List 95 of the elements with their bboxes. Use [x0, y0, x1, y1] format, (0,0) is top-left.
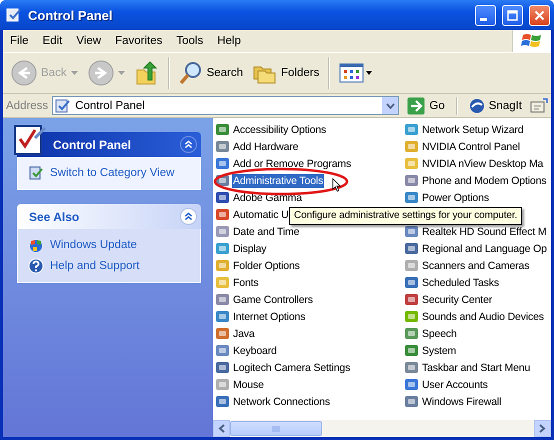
menu-item[interactable]: View — [69, 35, 108, 47]
task-link[interactable]: Windows Update — [50, 239, 137, 251]
switch-view-icon — [28, 165, 44, 181]
applet-item[interactable]: Game Controllers — [232, 292, 314, 306]
scroll-right-button[interactable] — [534, 420, 551, 437]
applet-item[interactable]: Date and Time — [232, 224, 300, 238]
mouse-cursor-icon — [332, 178, 341, 192]
applet-item[interactable]: Network Connections — [232, 394, 331, 408]
control-panel-icon — [6, 7, 22, 23]
applet-item[interactable]: NVIDIA nView Desktop Ma — [421, 156, 544, 170]
search-button[interactable]: Search — [174, 59, 248, 87]
applet-item[interactable]: Sounds and Audio Devices — [421, 310, 545, 324]
applet-item[interactable]: Administrative Tools — [232, 174, 324, 188]
dropdown-button[interactable] — [382, 97, 398, 114]
applet-item[interactable]: Network Setup Wizard — [421, 122, 524, 136]
minimize-icon — [480, 18, 487, 20]
menu-item[interactable]: Edit — [36, 35, 70, 47]
applet-item[interactable]: Phone and Modem Options — [421, 174, 548, 188]
applet-icon — [404, 172, 420, 188]
applet-item[interactable]: System — [421, 344, 458, 358]
address-label: Address — [6, 100, 48, 112]
applet-item[interactable]: Scheduled Tasks — [421, 276, 500, 290]
menu-item[interactable]: Favorites — [108, 35, 170, 47]
applet-icon — [404, 376, 420, 392]
applet-item[interactable]: Add or Remove Programs — [232, 156, 352, 170]
capture-icon[interactable] — [530, 98, 548, 114]
folder-up-icon — [134, 60, 159, 86]
collapse-button[interactable] — [180, 208, 197, 225]
caret-icon — [70, 70, 78, 76]
applet-item[interactable]: Scanners and Cameras — [421, 258, 530, 272]
help-icon — [28, 258, 44, 274]
applet-item[interactable]: Power Options — [421, 190, 490, 204]
applet-icon — [404, 394, 420, 410]
applet-item[interactable]: Windows Firewall — [421, 394, 502, 408]
applet-item[interactable]: Realtek HD Sound Effect M — [421, 224, 548, 238]
snagit-button[interactable]: SnagIt — [464, 98, 526, 114]
applet-item[interactable]: Folder Options — [232, 258, 301, 272]
task-panel-title: Control Panel — [53, 138, 132, 152]
maximize-button[interactable] — [502, 4, 523, 26]
close-button[interactable] — [529, 4, 550, 26]
address-field[interactable]: Control Panel — [52, 96, 400, 115]
applet-item[interactable]: Automatic U — [232, 208, 290, 222]
swirl-logo-icon — [468, 98, 485, 114]
applet-icon — [404, 274, 420, 290]
checklist-icon — [13, 124, 47, 156]
applet-icon — [404, 190, 420, 206]
applet-icon — [404, 360, 420, 376]
minimize-button[interactable] — [475, 4, 496, 26]
applet-icon — [404, 326, 420, 342]
applet-item[interactable]: Security Center — [421, 292, 494, 306]
applet-item[interactable]: Speech — [421, 326, 458, 340]
applet-icon — [404, 240, 420, 256]
menu-item[interactable]: Tools — [169, 35, 210, 47]
menu-item[interactable]: File — [3, 35, 36, 47]
applet-item[interactable]: Logitech Camera Settings — [232, 360, 352, 374]
maximize-icon — [507, 10, 518, 20]
applet-icon — [404, 308, 420, 324]
caret-icon — [118, 70, 125, 76]
close-icon — [534, 10, 545, 20]
views-icon — [339, 63, 374, 83]
applet-item[interactable]: Display — [232, 242, 268, 256]
applet-item[interactable]: NVIDIA Control Panel — [421, 140, 521, 154]
applet-item[interactable]: Java — [232, 326, 256, 340]
applet-icon — [404, 224, 420, 240]
applet-icon — [404, 258, 420, 274]
applet-item[interactable]: Accessibility Options — [232, 122, 328, 136]
applet-icon — [404, 156, 420, 172]
window-title: Control Panel — [28, 8, 114, 22]
applet-item[interactable]: Regional and Language Op — [421, 242, 548, 256]
applet-icon — [404, 342, 420, 358]
task-link[interactable]: Help and Support — [50, 260, 140, 272]
applet-icon — [404, 292, 420, 308]
applet-item[interactable]: Keyboard — [232, 344, 278, 358]
go-button[interactable]: Go — [403, 96, 449, 114]
applet-item[interactable]: Add Hardware — [232, 140, 300, 154]
search-icon — [178, 61, 203, 85]
applet-icon — [404, 122, 420, 138]
applet-item[interactable]: Mouse — [232, 378, 265, 392]
grip-icon — [272, 426, 280, 432]
applet-item[interactable]: User Accounts — [421, 378, 489, 392]
applet-item[interactable]: Taskbar and Start Menu — [421, 360, 532, 374]
globe-icon — [28, 237, 44, 253]
applet-icon — [404, 138, 420, 154]
caret-icon — [386, 102, 395, 108]
arrow-icon — [407, 96, 426, 114]
applet-item[interactable]: Internet Options — [232, 310, 306, 324]
control-panel-icon — [55, 98, 72, 114]
folders-button[interactable]: Folders — [249, 60, 324, 86]
scroll-left-button[interactable] — [213, 420, 230, 437]
menu-item[interactable]: Help — [210, 35, 248, 47]
collapse-button[interactable] — [180, 136, 197, 153]
applet-item[interactable]: Fonts — [232, 276, 260, 290]
task-panel-title: See Also — [29, 210, 80, 224]
tooltip: Configure administrative settings for your computer. — [289, 207, 522, 225]
scrollbar-thumb[interactable] — [230, 421, 322, 436]
